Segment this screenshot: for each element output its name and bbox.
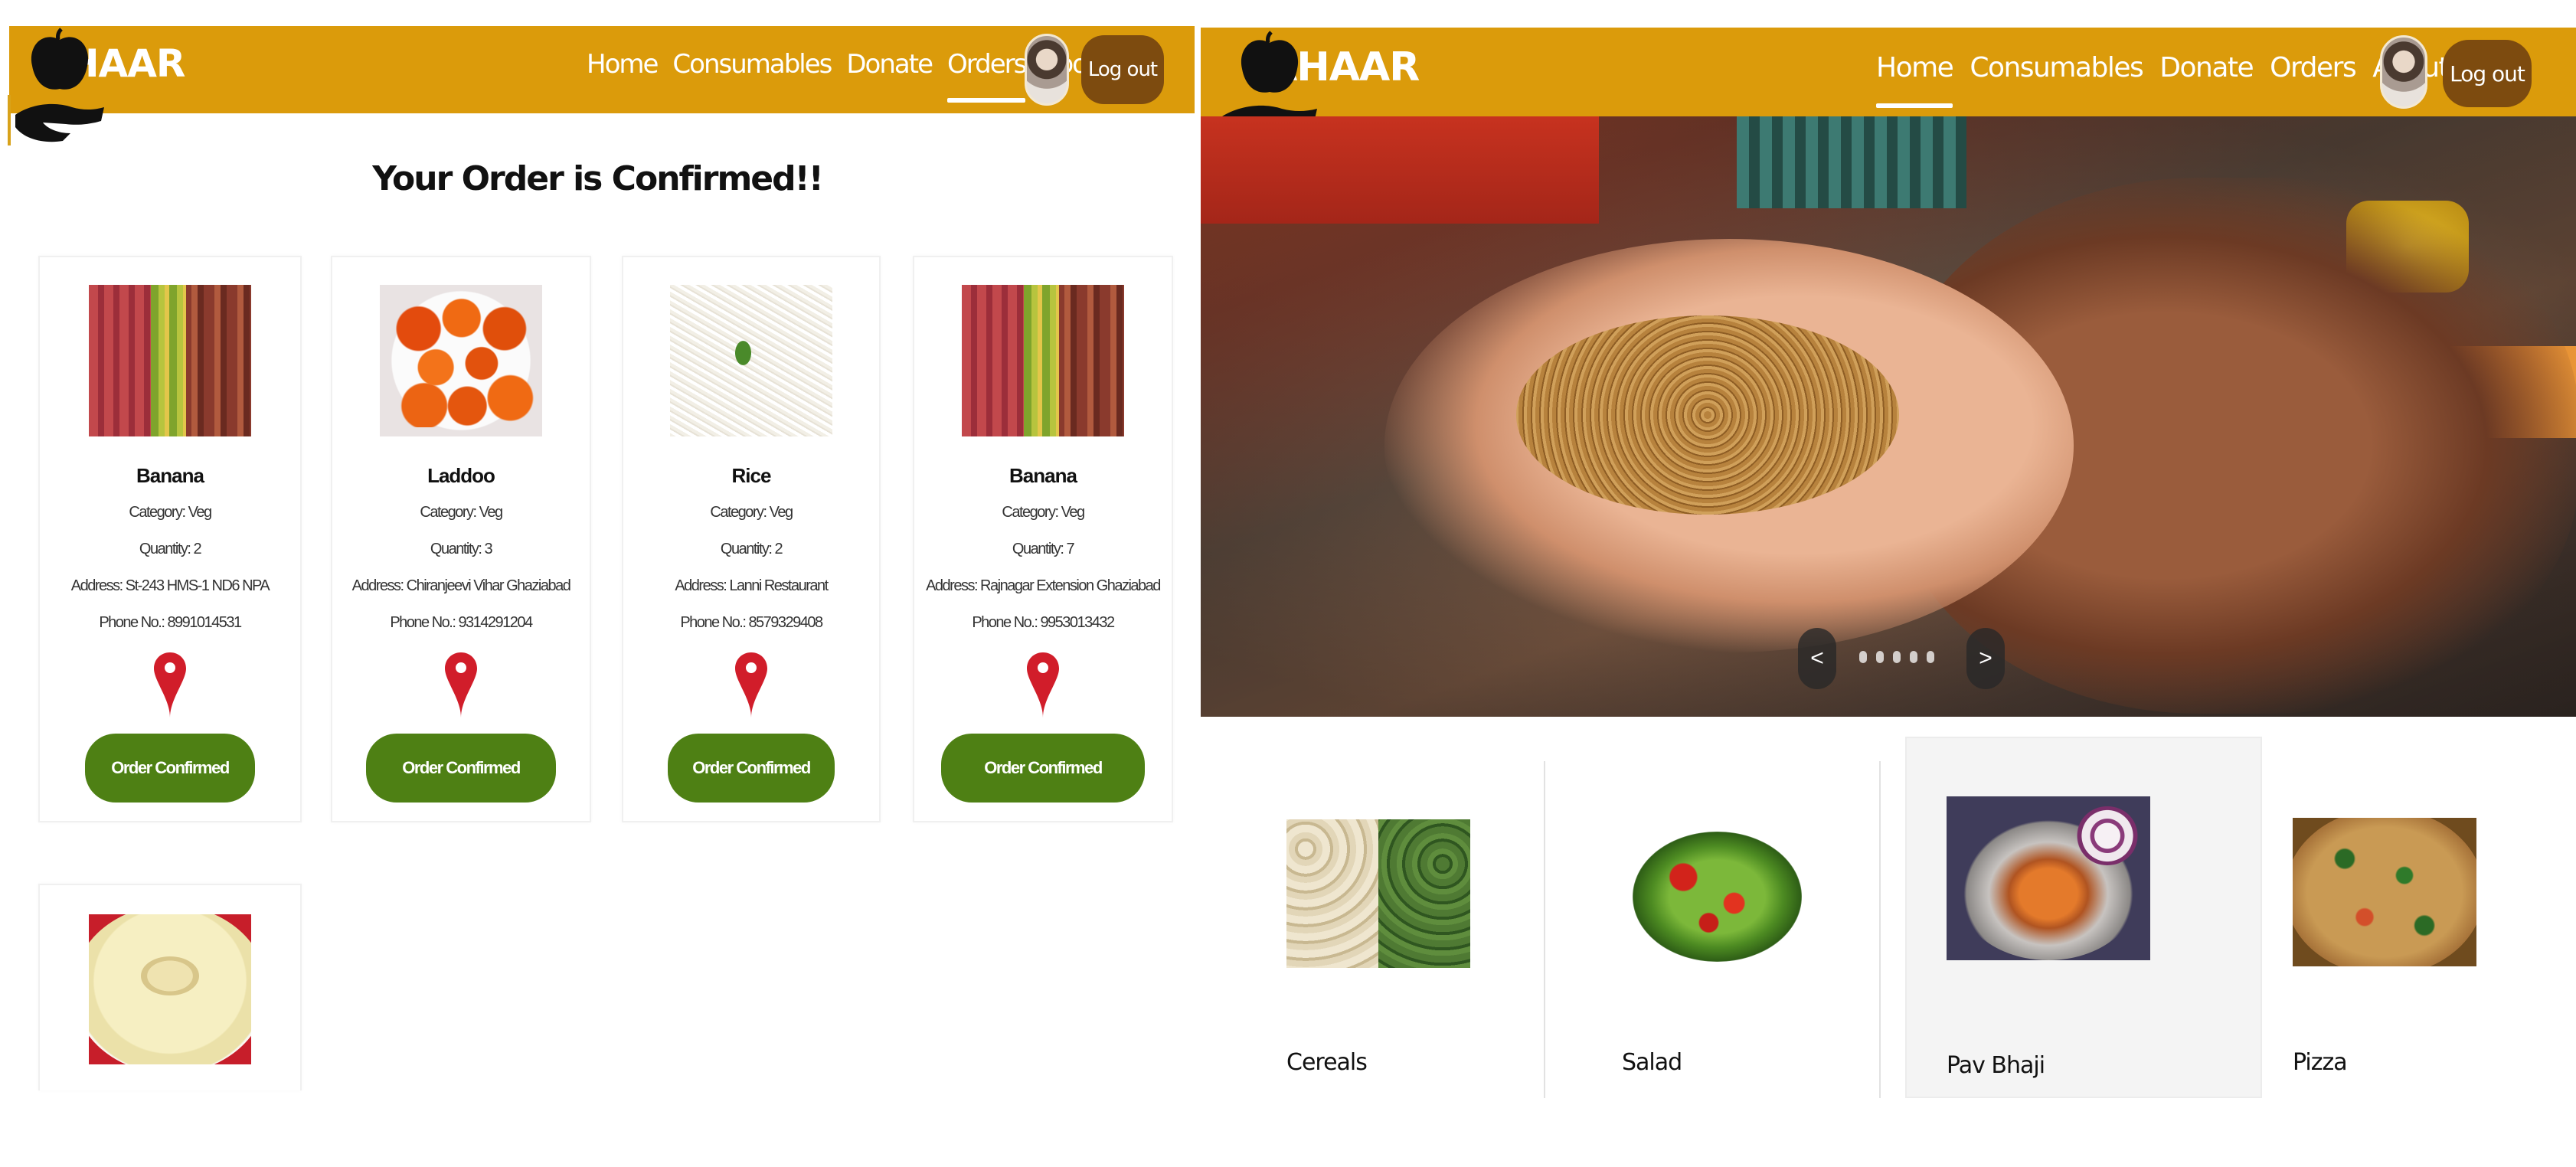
order-item-name: Rice: [731, 464, 772, 487]
order-card: Banana Category: Veg Quantity: 2 Address…: [38, 256, 302, 822]
nav-consumables[interactable]: Consumables: [672, 49, 832, 80]
order-address: Address: Rajnagar Extension Ghaziabad: [926, 577, 1161, 594]
order-card: Banana Category: Veg Quantity: 7 Address…: [913, 256, 1173, 822]
category-image: [1622, 819, 1806, 968]
order-item-name: Laddoo: [427, 464, 495, 487]
food-image: [962, 285, 1124, 436]
carousel-prev-button[interactable]: <: [1798, 628, 1836, 689]
logout-button[interactable]: Log out: [1081, 35, 1164, 104]
navbar-left: AHAAR Home Consumables Donate Orders Abo…: [9, 26, 1195, 113]
order-item-name: Banana: [1009, 464, 1077, 487]
order-category: Category: Veg: [710, 504, 793, 521]
category-card[interactable]: Cereals: [1253, 761, 1573, 1098]
order-item-name: Banana: [136, 464, 204, 487]
order-phone: Phone No.: 9314291204: [390, 614, 533, 631]
carousel-dot[interactable]: [1927, 651, 1934, 663]
carousel-indicators: [1859, 651, 1934, 663]
order-confirmed-button[interactable]: Order Confirmed: [366, 734, 556, 803]
avatar[interactable]: [1025, 34, 1069, 106]
order-confirmed-button[interactable]: Order Confirmed: [668, 734, 835, 803]
category-card[interactable]: Salad: [1588, 761, 1908, 1098]
order-card: Rice Category: Veg Quantity: 2 Address: …: [622, 256, 881, 822]
order-confirmed-button[interactable]: Order Confirmed: [941, 734, 1145, 803]
order-confirmed-button[interactable]: Order Confirmed: [85, 734, 255, 803]
category-label: Pizza: [2293, 1049, 2348, 1076]
category-image: [2293, 818, 2476, 966]
category-card[interactable]: Pav Bhaji: [1905, 737, 2262, 1098]
order-category: Category: Veg: [129, 504, 212, 521]
nav-consumables[interactable]: Consumables: [1970, 52, 2143, 83]
hero-carousel: < >: [1201, 116, 2576, 717]
nav-donate[interactable]: Donate: [2159, 52, 2254, 83]
location-pin-icon[interactable]: [152, 651, 188, 720]
carousel-dot[interactable]: [1859, 651, 1867, 663]
location-pin-icon[interactable]: [443, 651, 479, 720]
nav-home[interactable]: Home: [1876, 52, 1954, 108]
category-image: [1947, 796, 2150, 960]
navbar-right: AHAAR Home Consumables Donate Orders Abo…: [1201, 28, 2576, 116]
food-image: [89, 914, 251, 1064]
carousel-dot[interactable]: [1910, 651, 1917, 663]
order-card: [38, 884, 302, 1090]
order-quantity: Quantity: 3: [430, 541, 493, 557]
order-phone: Phone No.: 9953013432: [972, 614, 1115, 631]
location-pin-icon[interactable]: [1025, 651, 1061, 720]
avatar[interactable]: [2380, 35, 2427, 109]
divider: [1544, 761, 1545, 1098]
food-image: [89, 285, 251, 436]
page-title: Your Order is Confirmed!!: [372, 159, 824, 198]
logout-button[interactable]: Log out: [2443, 40, 2532, 107]
carousel-dot[interactable]: [1893, 651, 1901, 663]
order-address: Address: St-243 HMS-1 ND6 NPA: [70, 577, 270, 594]
food-image: [670, 285, 832, 436]
category-label: Cereals: [1286, 1049, 1368, 1076]
order-address: Address: Lanni Restaurant: [675, 577, 829, 594]
category-label: Salad: [1622, 1049, 1682, 1076]
order-quantity: Quantity: 2: [720, 541, 783, 557]
order-phone: Phone No.: 8579329408: [680, 614, 823, 631]
category-image: [1286, 819, 1470, 968]
category-label: Pav Bhaji: [1947, 1052, 2045, 1079]
nav-links: Home Consumables Donate Orders About: [1876, 52, 2465, 108]
order-quantity: Quantity: 2: [139, 541, 202, 557]
order-address: Address: Chiranjeevi Vihar Ghaziabad: [351, 577, 571, 594]
order-phone: Phone No.: 8991014531: [99, 614, 242, 631]
nav-donate[interactable]: Donate: [846, 49, 933, 80]
screenshot-stage: AHAAR Home Consumables Donate Orders Abo…: [0, 0, 2576, 1167]
nav-orders[interactable]: Orders: [2270, 52, 2357, 83]
location-pin-icon[interactable]: [734, 651, 769, 720]
ahaar-logo-icon: [8, 28, 104, 145]
carousel-dot[interactable]: [1876, 651, 1884, 663]
grain-in-hands: [1516, 315, 1899, 515]
nav-orders[interactable]: Orders: [947, 49, 1027, 103]
food-image: [380, 285, 542, 436]
order-category: Category: Veg: [420, 504, 503, 521]
order-category: Category: Veg: [1002, 504, 1085, 521]
nav-home[interactable]: Home: [587, 49, 659, 80]
category-card[interactable]: Pizza: [2290, 761, 2576, 1098]
divider: [1879, 761, 1881, 1098]
order-quantity: Quantity: 7: [1012, 541, 1075, 557]
order-card: Laddoo Category: Veg Quantity: 3 Address…: [331, 256, 591, 822]
carousel-next-button[interactable]: >: [1966, 628, 2005, 689]
